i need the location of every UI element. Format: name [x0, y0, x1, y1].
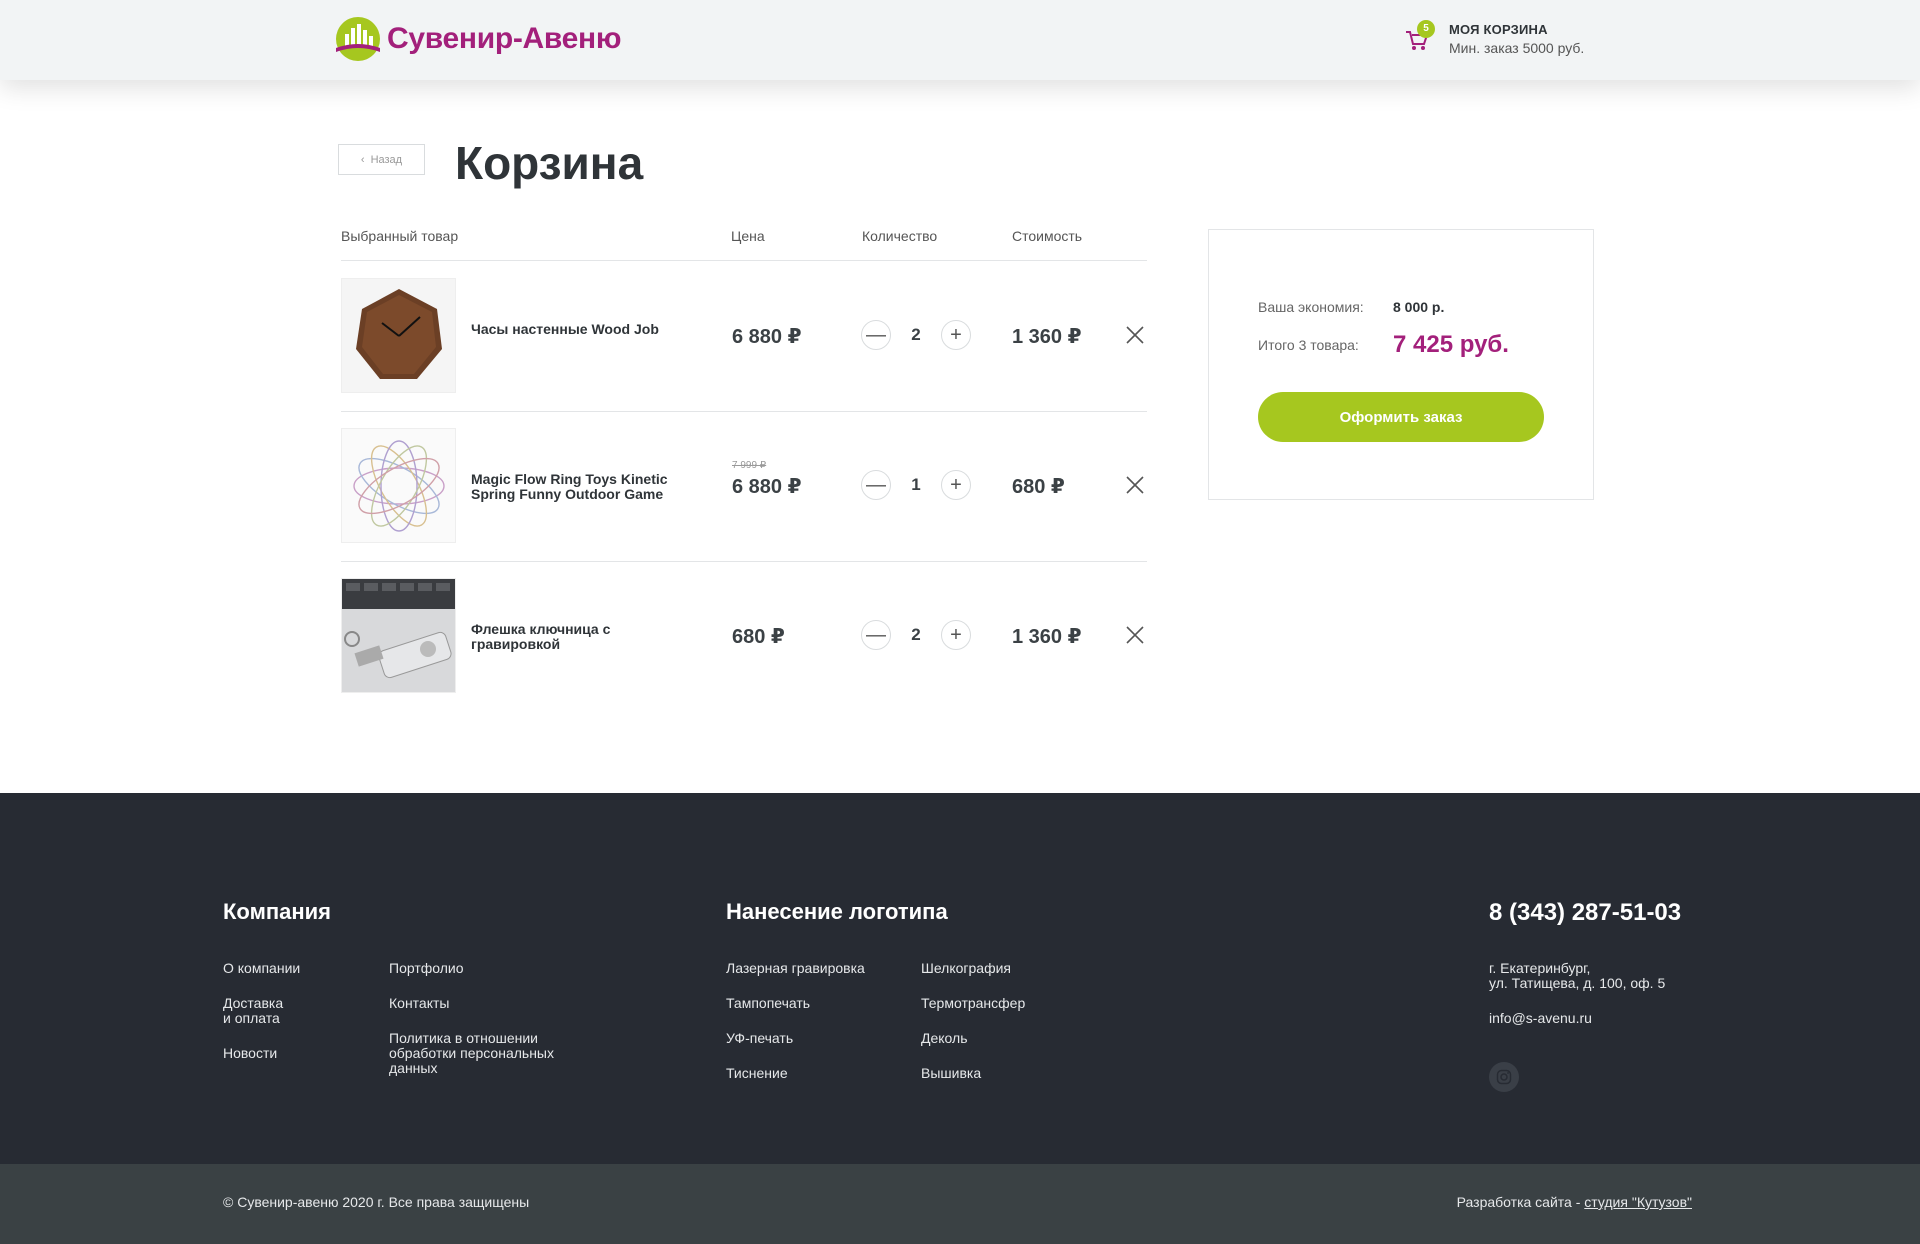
footer-email[interactable]: info@s-avenu.ru — [1489, 1011, 1592, 1026]
cart-count-badge: 5 — [1417, 20, 1435, 38]
column-header-price: Цена — [731, 228, 765, 244]
footer-link-portfolio[interactable]: Портфолио — [389, 961, 464, 976]
quantity-decrease-button[interactable]: — — [861, 320, 891, 350]
back-button[interactable]: ‹ Назад — [338, 144, 425, 175]
order-summary: Ваша экономия: 8 000 р. Итого 3 товара: … — [1208, 229, 1594, 500]
site-footer: Компания О компании Доставка и оплата Но… — [0, 793, 1920, 1164]
footer-link-thermotransfer[interactable]: Термотрансфер — [921, 996, 1025, 1011]
site-header: Сувенир-Авеню 5 МОЯ КОРЗИНА Мин. заказ 5… — [0, 0, 1920, 80]
cart-title: МОЯ КОРЗИНА — [1449, 22, 1548, 37]
developer-credit: Разработка сайта - студия "Кутузов" — [1457, 1194, 1692, 1210]
column-header-cost: Стоимость — [1012, 228, 1083, 244]
quantity-increase-button[interactable]: + — [941, 470, 971, 500]
total-label: Итого 3 товара: — [1258, 337, 1359, 353]
row-cost: 1 360 ₽ — [1012, 326, 1082, 348]
developer-link[interactable]: студия "Кутузов" — [1584, 1194, 1692, 1210]
remove-item-button[interactable] — [1124, 474, 1146, 496]
back-label: Назад — [370, 153, 403, 166]
footer-link-privacy[interactable]: Политика в отношении обработки персональ… — [389, 1031, 554, 1076]
column-header-product: Выбранный товар — [341, 228, 459, 244]
close-icon — [1126, 476, 1144, 494]
footer-bottom-bar: © Сувенир-авеню 2020 г. Все права защище… — [0, 1164, 1920, 1244]
site-logo[interactable]: Сувенир-Авеню — [333, 14, 622, 64]
page-title: Корзина — [455, 137, 644, 189]
plus-icon: + — [950, 323, 962, 346]
header-cart[interactable]: 5 МОЯ КОРЗИНА Мин. заказ 5000 руб. — [1405, 20, 1585, 60]
total-value: 7 425 руб. — [1393, 331, 1509, 358]
footer-link-delivery[interactable]: Доставка и оплата — [223, 996, 283, 1026]
footer-link-silkscreen[interactable]: Шелкография — [921, 961, 1011, 976]
remove-item-button[interactable] — [1124, 324, 1146, 346]
cart-row: Часы настенные Wood Job 6 880 ₽ — 2 + 1 … — [341, 262, 1147, 412]
developer-prefix: Разработка сайта - — [1456, 1194, 1585, 1210]
chevron-left-icon: ‹ — [360, 153, 365, 166]
divider — [341, 260, 1147, 261]
close-icon — [1126, 326, 1144, 344]
footer-logo-title: Нанесение логотипа — [726, 899, 948, 924]
quantity-value: 2 — [911, 325, 921, 344]
minus-icon: — — [866, 473, 886, 496]
footer-link-laser[interactable]: Лазерная гравировка — [726, 961, 865, 976]
plus-icon: + — [950, 623, 962, 646]
copyright-text: © Сувенир-авеню 2020 г. Все права защище… — [223, 1194, 530, 1210]
product-image-clock[interactable] — [341, 278, 456, 393]
cart-row: Флешка ключница с гравировкой 680 ₽ — 2 … — [341, 562, 1147, 712]
quantity-increase-button[interactable]: + — [941, 620, 971, 650]
instagram-icon[interactable] — [1489, 1062, 1519, 1092]
product-image-flow-ring[interactable] — [341, 428, 456, 543]
footer-phone[interactable]: 8 (343) 287-51-03 — [1489, 899, 1681, 927]
column-header-quantity: Количество — [862, 228, 938, 244]
minus-icon: — — [866, 323, 886, 346]
logo-emblem-icon — [333, 14, 383, 64]
plus-icon: + — [950, 473, 962, 496]
footer-link-contacts[interactable]: Контакты — [389, 996, 449, 1011]
product-name[interactable]: Часы настенные Wood Job — [471, 322, 691, 337]
row-cost: 680 ₽ — [1012, 476, 1065, 498]
product-name[interactable]: Magic Flow Ring Toys Kinetic Spring Funn… — [471, 472, 691, 502]
product-price: 680 ₽ — [732, 626, 785, 648]
footer-link-decal[interactable]: Деколь — [921, 1031, 968, 1046]
close-icon — [1126, 626, 1144, 644]
footer-link-about[interactable]: О компании — [223, 961, 300, 976]
product-image-flash-drive[interactable] — [341, 578, 456, 693]
minus-icon: — — [866, 623, 886, 646]
cart-min-order: Мин. заказ 5000 руб. — [1449, 40, 1585, 56]
row-cost: 1 360 ₽ — [1012, 626, 1082, 648]
quantity-decrease-button[interactable]: — — [861, 470, 891, 500]
quantity-value: 2 — [911, 625, 921, 644]
logo-text: Сувенир-Авеню — [387, 22, 622, 55]
cart-row: Magic Flow Ring Toys Kinetic Spring Funn… — [341, 412, 1147, 562]
economy-value: 8 000 р. — [1393, 299, 1445, 315]
footer-link-embroidery[interactable]: Вышивка — [921, 1066, 981, 1081]
quantity-decrease-button[interactable]: — — [861, 620, 891, 650]
remove-item-button[interactable] — [1124, 624, 1146, 646]
cart-icon: 5 — [1405, 20, 1435, 60]
quantity-value: 1 — [911, 475, 921, 494]
product-price: 6 880 ₽ — [732, 326, 802, 348]
footer-link-pad-print[interactable]: Тампопечать — [726, 996, 810, 1011]
footer-link-uv-print[interactable]: УФ-печать — [726, 1031, 793, 1046]
footer-link-embossing[interactable]: Тиснение — [726, 1066, 788, 1081]
product-old-price: 7 999 ₽ — [732, 460, 767, 471]
checkout-button[interactable]: Оформить заказ — [1258, 392, 1544, 442]
economy-label: Ваша экономия: — [1258, 299, 1364, 315]
product-name[interactable]: Флешка ключница с гравировкой — [471, 622, 691, 652]
footer-company-title: Компания — [223, 899, 332, 924]
footer-address: г. Екатеринбург, ул. Татищева, д. 100, о… — [1489, 960, 1666, 991]
footer-link-news[interactable]: Новости — [223, 1046, 277, 1061]
product-price: 6 880 ₽ — [732, 476, 802, 498]
quantity-increase-button[interactable]: + — [941, 320, 971, 350]
